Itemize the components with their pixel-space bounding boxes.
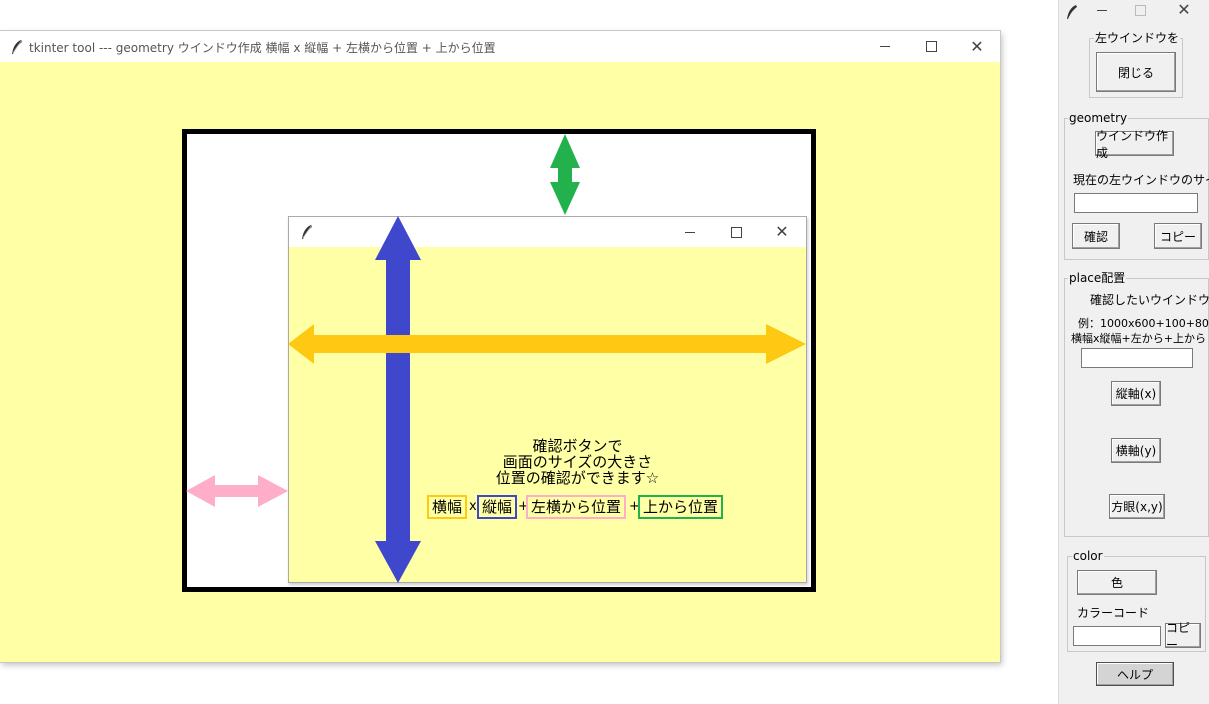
control-panel-window: ✕ 左ウインドウを 閉じる geometry ウインドウ作成 現在の左ウインドウ… xyxy=(1058,0,1209,704)
create-window-button[interactable]: ウインドウ作成 xyxy=(1095,129,1174,160)
vertical-axis-button[interactable]: 縦軸(x) xyxy=(1111,381,1161,406)
close-group-label: 左ウインドウを xyxy=(1094,31,1181,45)
maximize-icon xyxy=(1134,4,1146,16)
geometry-group-label: geometry xyxy=(1068,111,1129,125)
panel-close-button[interactable]: ✕ xyxy=(1161,0,1207,24)
geometry-group: geometry ウインドウ作成 現在の左ウインドウのサイズ 確認 コピー xyxy=(1064,111,1209,260)
height-arrow xyxy=(375,216,421,583)
place-group: place配置 確認したいウインドウ 例：1000x600+100+80 横幅x… xyxy=(1064,271,1209,537)
width-arrow xyxy=(288,324,806,364)
minimize-icon xyxy=(1097,9,1107,11)
target-window-label: 確認したいウインドウ xyxy=(1090,293,1209,307)
format-label: 横幅x縦幅+左から+上から xyxy=(1071,332,1206,345)
confirm-button[interactable]: 確認 xyxy=(1072,223,1120,249)
example-label: 例：1000x600+100+80 xyxy=(1078,317,1209,330)
panel-maximize-button[interactable] xyxy=(1117,0,1163,24)
color-picker-button[interactable]: 色 xyxy=(1077,570,1157,595)
close-icon: ✕ xyxy=(1177,0,1191,19)
place-geometry-input[interactable] xyxy=(1081,348,1193,368)
place-group-label: place配置 xyxy=(1068,271,1127,285)
feather-icon xyxy=(1067,5,1077,19)
current-size-field[interactable] xyxy=(1074,193,1198,213)
color-group-label: color xyxy=(1072,549,1104,563)
close-window-group: 左ウインドウを 閉じる xyxy=(1089,31,1183,98)
left-offset-arrow xyxy=(186,475,288,507)
grid-button[interactable]: 方眼(x,y) xyxy=(1109,494,1165,519)
color-code-label: カラーコード xyxy=(1077,606,1150,620)
close-left-window-button[interactable]: 閉じる xyxy=(1096,52,1176,92)
color-group: color 色 カラーコード コピー xyxy=(1067,549,1206,652)
horizontal-axis-button[interactable]: 横軸(y) xyxy=(1111,438,1161,463)
current-size-label: 現在の左ウインドウのサイズ xyxy=(1073,173,1209,187)
copy-size-button[interactable]: コピー xyxy=(1154,223,1202,249)
dimension-arrows xyxy=(186,134,806,583)
copy-color-button[interactable]: コピー xyxy=(1165,621,1201,652)
color-code-field[interactable] xyxy=(1073,626,1161,646)
help-button[interactable]: ヘルプ xyxy=(1096,662,1174,686)
top-offset-arrow xyxy=(550,134,580,215)
